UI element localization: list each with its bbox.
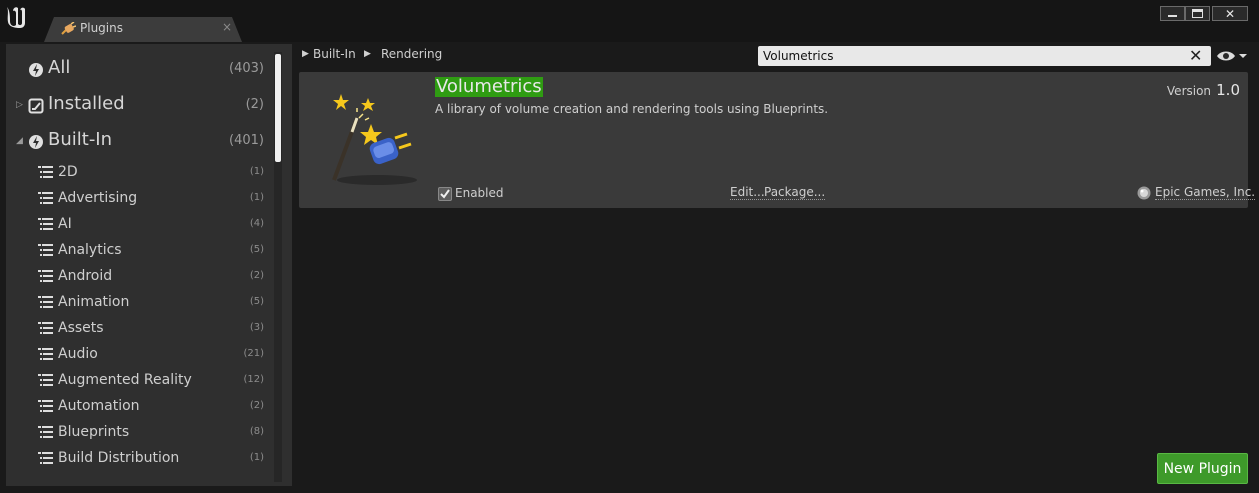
maximize-button[interactable] (1185, 6, 1210, 21)
subcategory-count: (8) (249, 426, 264, 437)
subcategory-assets[interactable]: Assets (3) (6, 316, 274, 340)
category-installed[interactable]: ▷ Installed (2) (6, 91, 274, 121)
list-tree-icon (38, 322, 53, 334)
breadcrumb-built-in[interactable]: Built-In (313, 47, 356, 61)
maximize-icon (1192, 9, 1203, 18)
subcategory-label: Audio (58, 346, 98, 362)
subcategory-label: 2D (58, 164, 78, 180)
subcategory-count: (3) (249, 322, 264, 333)
plugins-tab[interactable]: Plugins × (44, 17, 242, 42)
collapse-arrow-icon[interactable]: ◢ (16, 136, 23, 146)
plugin-plug-icon (61, 22, 76, 35)
subcategory-count: (12) (243, 374, 264, 385)
subcategory-count: (2) (249, 270, 264, 281)
version-value: 1.0 (1216, 81, 1240, 99)
subcategory-label: Automation (58, 398, 140, 414)
tab-label: Plugins (80, 21, 123, 35)
subcategory-analytics[interactable]: Analytics (5) (6, 238, 274, 262)
plugin-wand-plug-icon (332, 94, 417, 185)
edit-plugin-link[interactable]: Edit... (730, 185, 765, 200)
minimize-icon (1168, 15, 1177, 17)
breadcrumb-rendering[interactable]: Rendering (381, 47, 442, 61)
subcategory-audio[interactable]: Audio (21) (6, 342, 274, 366)
unreal-logo-icon[interactable] (4, 4, 30, 30)
subcategory-label: Animation (58, 294, 130, 310)
list-tree-icon (38, 348, 53, 360)
tab-close-icon[interactable]: × (222, 20, 232, 34)
list-tree-icon (38, 166, 53, 178)
category-count: (2) (245, 97, 264, 112)
list-tree-icon (38, 296, 53, 308)
category-count: (401) (229, 133, 264, 148)
enabled-label[interactable]: Enabled (455, 186, 504, 200)
list-tree-icon (38, 218, 53, 230)
subcategory-ai[interactable]: AI (4) (6, 212, 274, 236)
subcategory-android[interactable]: Android (2) (6, 264, 274, 288)
close-window-button[interactable]: ✕ (1212, 6, 1248, 21)
category-count: (403) (229, 61, 264, 76)
subcategory-label: Analytics (58, 242, 122, 258)
subcategory-count: (5) (249, 244, 264, 255)
subcategory-2d[interactable]: 2D (1) (6, 160, 274, 184)
subcategory-build-distribution[interactable]: Build Distribution (1) (6, 446, 274, 470)
subcategory-count: (5) (249, 296, 264, 307)
search-input[interactable] (763, 48, 1183, 64)
plugin-name: Volumetrics (435, 76, 543, 97)
category-built-in[interactable]: ◢ Built-In (401) (6, 127, 274, 157)
epic-games-logo-icon (1137, 186, 1151, 200)
category-label: Built-In (48, 129, 113, 150)
subcategory-label: Advertising (58, 190, 138, 206)
subcategory-animation[interactable]: Animation (5) (6, 290, 274, 314)
plugin-card[interactable]: Volumetrics A library of volume creation… (299, 72, 1256, 208)
subcategory-label: AI (58, 216, 72, 232)
list-tree-icon (38, 192, 53, 204)
subcategory-label: Android (58, 268, 113, 284)
checkmark-icon (440, 189, 450, 199)
subcategory-count: (2) (249, 400, 264, 411)
subcategory-advertising[interactable]: Advertising (1) (6, 186, 274, 210)
category-sidebar: All (403) ▷ Installed (2) ◢ Built-In (40… (6, 44, 292, 486)
enabled-checkbox[interactable] (438, 187, 452, 201)
subcategory-label: Blueprints (58, 424, 130, 440)
new-plugin-button[interactable]: New Plugin (1157, 453, 1248, 484)
list-tree-icon (38, 244, 53, 256)
list-tree-icon (38, 374, 53, 386)
vendor-link[interactable]: Epic Games, Inc. (1155, 185, 1256, 200)
title-bar: Plugins × ✕ (0, 0, 1259, 42)
list-tree-icon (38, 400, 53, 412)
installed-icon (28, 98, 44, 114)
built-in-icon (29, 135, 43, 149)
subcategory-automation[interactable]: Automation (2) (6, 394, 274, 418)
breadcrumb-arrow-icon[interactable]: ▶ (302, 49, 309, 59)
category-all[interactable]: All (403) (6, 55, 274, 85)
subcategory-count: (1) (249, 166, 264, 177)
plugin-version: Version 1.0 (1167, 80, 1240, 99)
subcategory-label: Augmented Reality (58, 372, 192, 388)
clear-search-icon[interactable]: ✕ (1189, 47, 1202, 65)
list-tree-icon (38, 270, 53, 282)
all-icon (29, 63, 43, 77)
subcategory-label: Build Distribution (58, 450, 180, 466)
list-tree-icon (38, 452, 53, 464)
package-plugin-link[interactable]: Package... (764, 185, 826, 200)
view-options-eye-icon[interactable] (1216, 48, 1250, 64)
version-label: Version (1166, 84, 1212, 98)
subcategory-count: (1) (249, 452, 264, 463)
subcategory-count: (1) (249, 192, 264, 203)
expand-arrow-icon[interactable]: ▷ (16, 100, 23, 110)
subcategory-count: (21) (243, 348, 264, 359)
subcategory-blueprints[interactable]: Blueprints (8) (6, 420, 274, 444)
minimize-button[interactable] (1160, 6, 1185, 21)
sidebar-scrollbar-thumb[interactable] (275, 54, 281, 162)
subcategory-augmented-reality[interactable]: Augmented Reality (12) (6, 368, 274, 392)
close-icon: ✕ (1224, 6, 1236, 21)
category-label: All (48, 57, 71, 78)
subcategory-label: Assets (58, 320, 104, 336)
search-box: ✕ (758, 46, 1211, 66)
breadcrumb-arrow-icon[interactable]: ▶ (364, 49, 371, 59)
subcategory-count: (4) (249, 218, 264, 229)
plugin-description: A library of volume creation and renderi… (435, 102, 829, 116)
list-tree-icon (38, 426, 53, 438)
category-label: Installed (48, 93, 125, 114)
